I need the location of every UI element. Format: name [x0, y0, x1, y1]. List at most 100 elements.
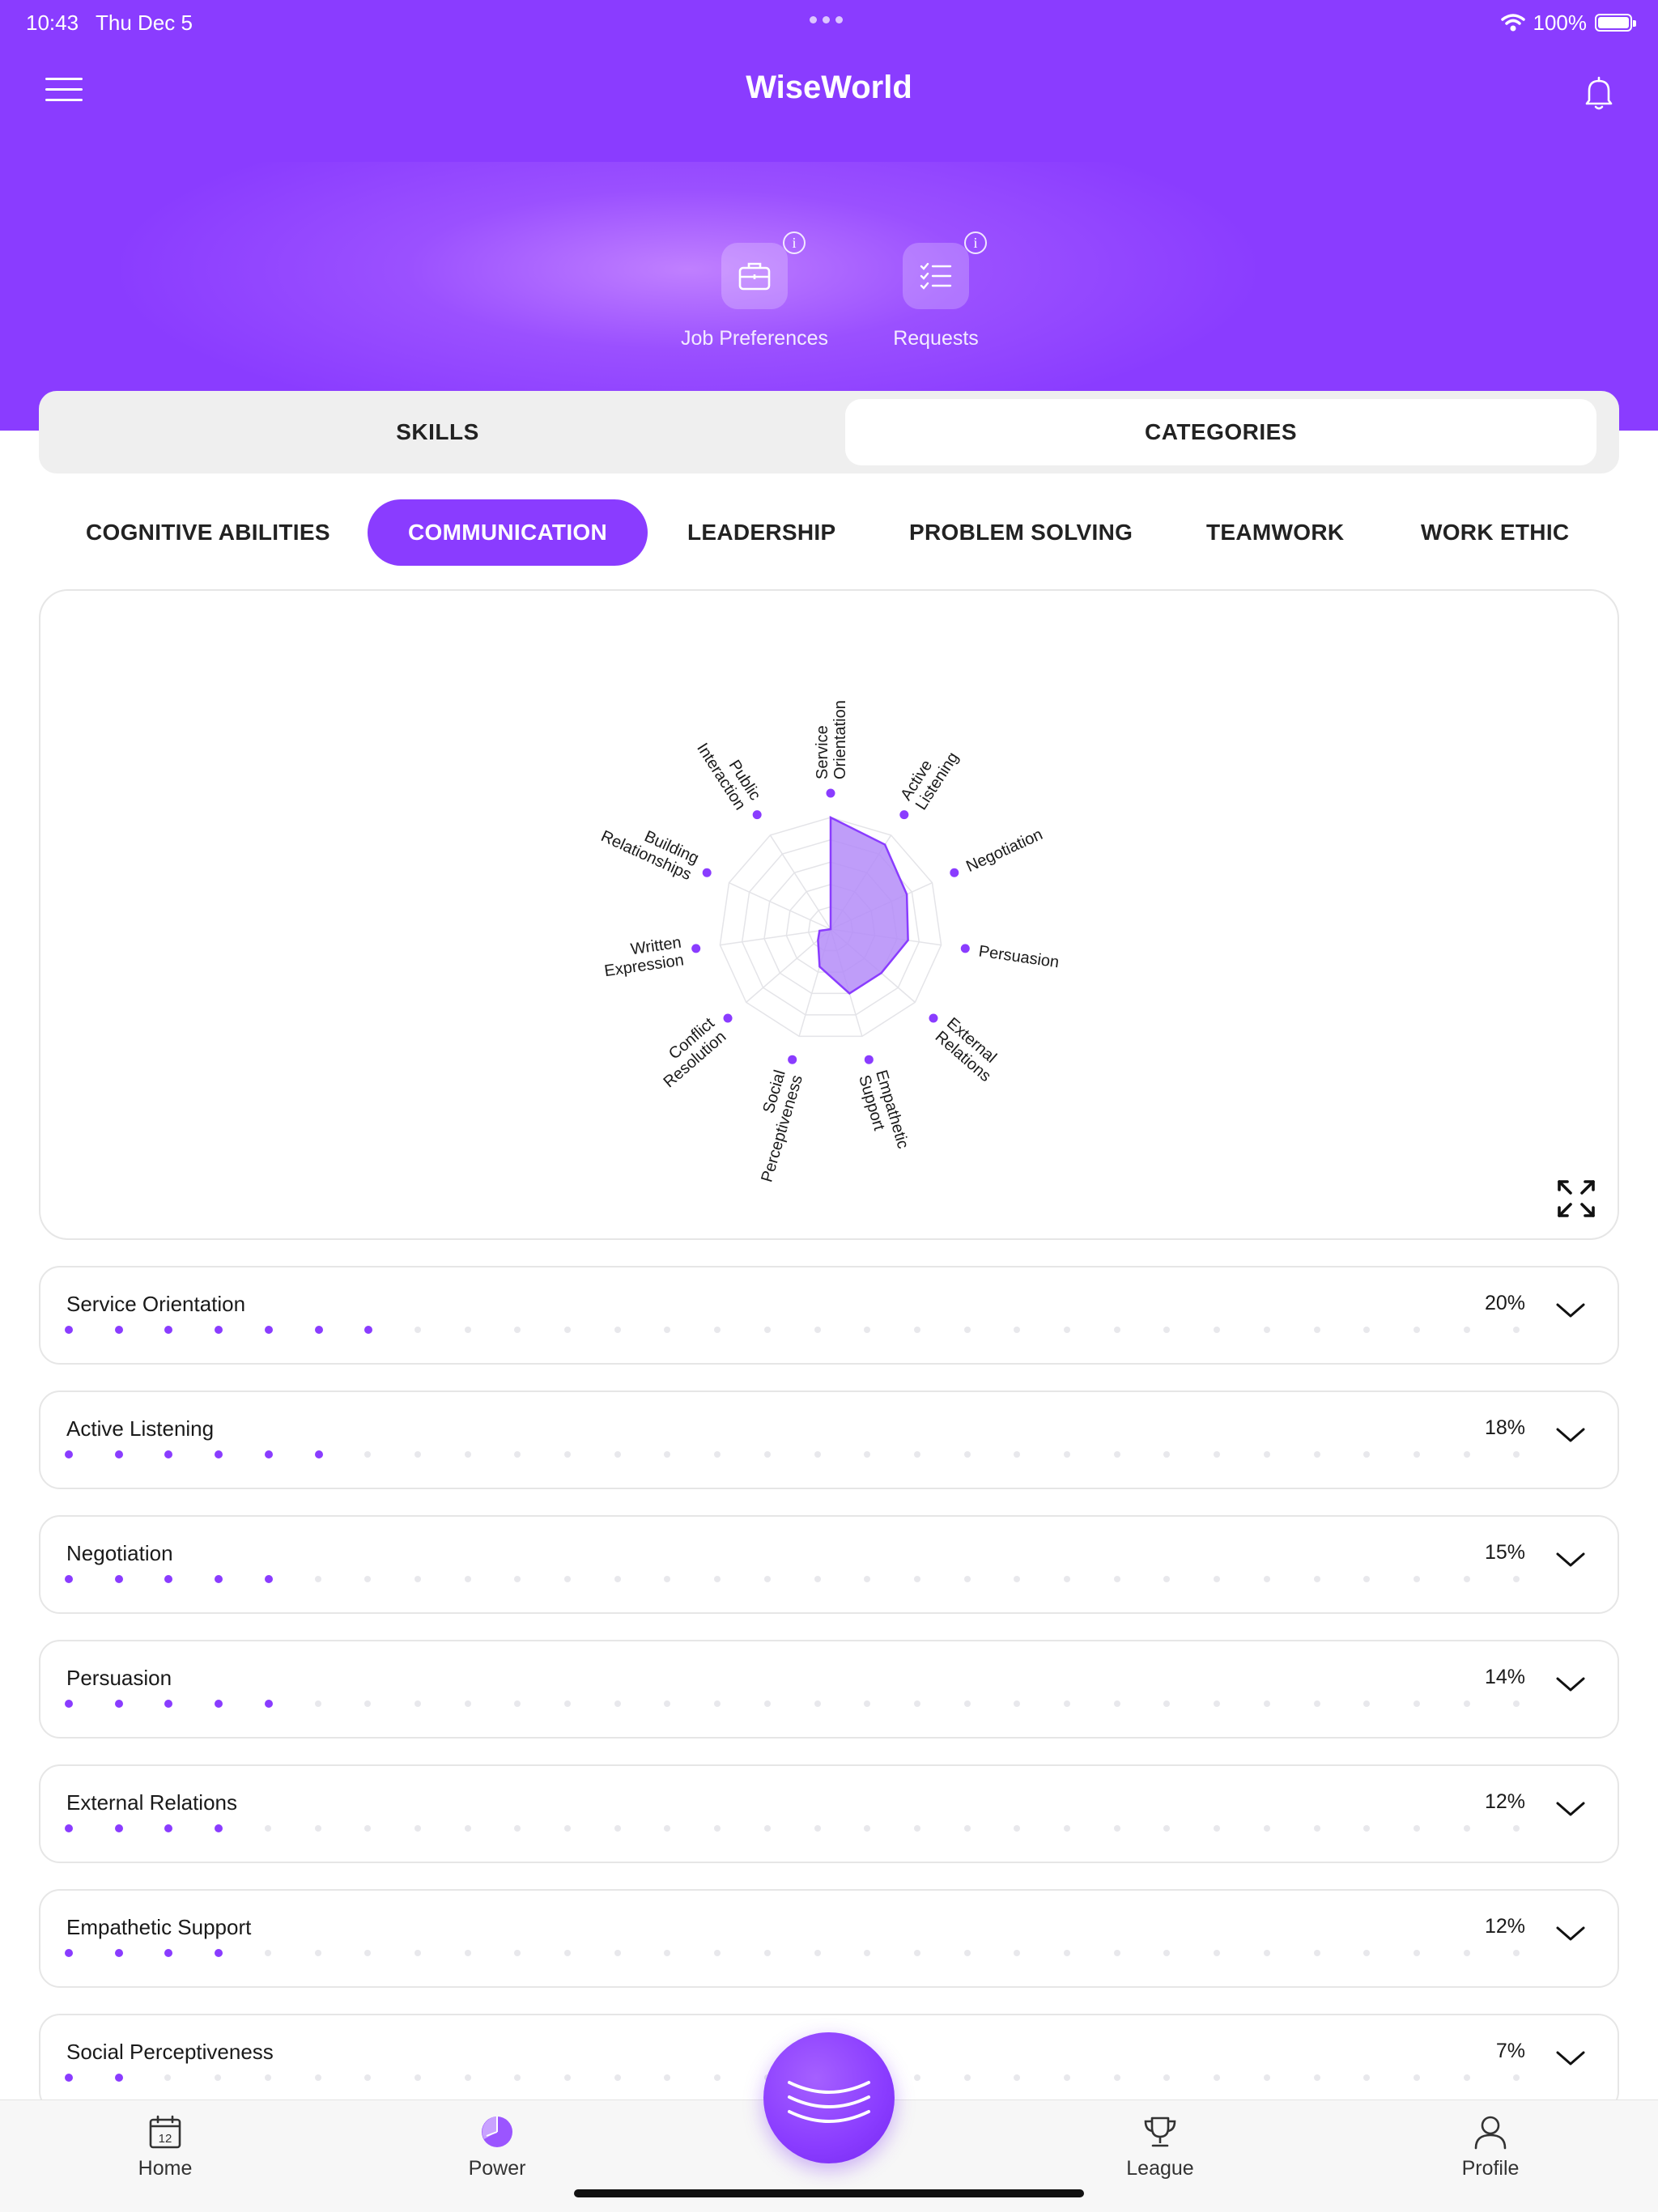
- level-dot-empty: [864, 1327, 871, 1333]
- chevron-down-icon[interactable]: [1554, 1548, 1587, 1572]
- level-dot-empty: [763, 1950, 771, 1956]
- requests-button[interactable]: i Requests: [839, 231, 1033, 350]
- level-dot-empty: [1313, 1825, 1320, 1832]
- skill-level-dots: [65, 1450, 1571, 1460]
- level-dot-empty: [1363, 1451, 1371, 1458]
- job-preferences-tile: i: [721, 231, 806, 309]
- briefcase-icon: [738, 262, 771, 291]
- radar-chart-card: ServiceOrientation ActiveListening Negotia…: [39, 589, 1619, 1240]
- level-dot-empty: [1413, 1451, 1420, 1458]
- skill-percent: 14%: [1484, 1666, 1525, 1688]
- level-dot-filled: [164, 1824, 173, 1832]
- radar-axis-dot: [752, 810, 762, 820]
- level-dot-empty: [1363, 1950, 1371, 1956]
- level-dot-empty: [1163, 1825, 1171, 1832]
- calendar-badge: 12: [159, 2132, 172, 2146]
- tab-league-label: League: [1126, 2157, 1194, 2180]
- level-dot-empty: [514, 1950, 521, 1956]
- category-tab-cognitive-abilities[interactable]: COGNITIVE ABILITIES: [86, 499, 330, 566]
- level-dot-empty: [1113, 1327, 1120, 1333]
- info-icon[interactable]: i: [964, 231, 987, 254]
- level-dot-empty: [1064, 1451, 1070, 1458]
- level-dot-empty: [763, 1576, 771, 1582]
- job-preferences-button[interactable]: i Job Preferences: [657, 231, 852, 350]
- level-dot-empty: [664, 1576, 671, 1582]
- level-dot-empty: [1263, 1327, 1270, 1333]
- level-dot-empty: [1413, 1825, 1420, 1832]
- level-dot-empty: [1463, 2074, 1470, 2081]
- level-dot-filled: [314, 1326, 323, 1334]
- category-tab-work-ethic[interactable]: WORK ETHIC: [1421, 499, 1569, 566]
- tab-skills[interactable]: SKILLS: [39, 399, 836, 465]
- info-icon[interactable]: i: [783, 231, 806, 254]
- expand-icon[interactable]: [1556, 1178, 1596, 1219]
- requests-label: Requests: [893, 327, 979, 350]
- skill-row[interactable]: Active Listening 18%: [39, 1390, 1619, 1489]
- skill-row[interactable]: Persuasion 14%: [39, 1640, 1619, 1739]
- chevron-down-icon[interactable]: [1554, 1672, 1587, 1696]
- level-dot-empty: [1064, 1825, 1070, 1832]
- level-dot-empty: [763, 1825, 771, 1832]
- level-dot-empty: [1263, 1451, 1270, 1458]
- level-dot-empty: [963, 1825, 971, 1832]
- level-dot-empty: [1513, 1451, 1520, 1458]
- level-dot-empty: [564, 1576, 571, 1582]
- level-dot-empty: [314, 2074, 321, 2081]
- level-dot-empty: [614, 1700, 621, 1707]
- bell-icon[interactable]: [1579, 73, 1619, 113]
- skill-row[interactable]: Negotiation 15%: [39, 1515, 1619, 1614]
- chevron-down-icon[interactable]: [1554, 1298, 1587, 1323]
- radar-axis-dot: [691, 944, 701, 953]
- level-dot-empty: [1014, 1950, 1021, 1956]
- level-dot-empty: [1263, 2074, 1270, 2081]
- radar-series-area: [817, 815, 909, 995]
- chevron-down-icon[interactable]: [1554, 1797, 1587, 1821]
- category-tab-leadership[interactable]: LEADERSHIP: [687, 499, 835, 566]
- level-dot-empty: [1313, 1576, 1320, 1582]
- level-dot-empty: [264, 1950, 271, 1956]
- category-tab-communication[interactable]: COMMUNICATION: [368, 499, 648, 566]
- tab-profile[interactable]: Profile: [1426, 2112, 1555, 2180]
- level-dot-empty: [714, 1576, 721, 1582]
- skill-row[interactable]: Empathetic Support 12%: [39, 1889, 1619, 1988]
- level-dot-empty: [1513, 1825, 1520, 1832]
- skill-row[interactable]: Service Orientation 20%: [39, 1266, 1619, 1365]
- chevron-down-icon[interactable]: [1554, 2046, 1587, 2070]
- level-dot-filled: [114, 1450, 123, 1458]
- chevron-down-icon[interactable]: [1554, 1423, 1587, 1447]
- center-action-button[interactable]: [763, 2032, 895, 2163]
- category-tab-problem-solving[interactable]: PROBLEM SOLVING: [909, 499, 1133, 566]
- level-dot-empty: [664, 1825, 671, 1832]
- level-dot-empty: [1214, 2074, 1221, 2081]
- skill-percent: 15%: [1484, 1541, 1525, 1564]
- tab-home-label: Home: [138, 2157, 193, 2180]
- tab-league[interactable]: League: [1095, 2112, 1225, 2180]
- skill-percent: 12%: [1484, 1790, 1525, 1813]
- radar-axis-label: WrittenExpression: [601, 934, 685, 981]
- level-dot-empty: [963, 1451, 971, 1458]
- skill-level-dots: [65, 1326, 1571, 1335]
- skill-row[interactable]: External Relations 12%: [39, 1764, 1619, 1863]
- chevron-down-icon[interactable]: [1554, 1921, 1587, 1946]
- level-dot-empty: [414, 2074, 421, 2081]
- level-dot-empty: [1064, 1950, 1070, 1956]
- level-dot-empty: [564, 1700, 571, 1707]
- tab-home[interactable]: 12 Home: [100, 2112, 230, 2180]
- level-dot-empty: [1163, 1950, 1171, 1956]
- level-dot-empty: [1014, 1451, 1021, 1458]
- multitask-dots[interactable]: [810, 16, 843, 49]
- level-dot-empty: [614, 1576, 621, 1582]
- level-dot-empty: [1064, 1700, 1070, 1707]
- level-dot-empty: [215, 2074, 222, 2081]
- radar-chart: ServiceOrientation ActiveListeningNegotia…: [598, 700, 1061, 1184]
- radar-axis-label: Persuasion: [977, 942, 1060, 971]
- tab-power[interactable]: Power: [432, 2112, 562, 2180]
- level-dot-empty: [1263, 1825, 1270, 1832]
- level-dot-empty: [963, 1576, 971, 1582]
- level-dot-empty: [464, 1576, 471, 1582]
- status-date: Thu Dec 5: [96, 11, 193, 35]
- level-dot-empty: [1064, 1576, 1070, 1582]
- tab-categories[interactable]: CATEGORIES: [845, 399, 1596, 465]
- category-tab-teamwork[interactable]: TEAMWORK: [1206, 499, 1344, 566]
- level-dot-empty: [913, 1950, 920, 1956]
